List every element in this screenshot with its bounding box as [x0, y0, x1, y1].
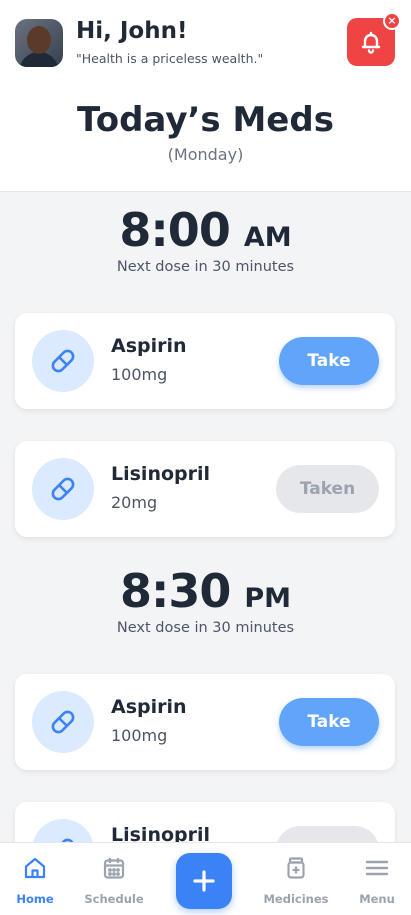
dose-time: 8:30 PM [0, 564, 411, 618]
med-name: Aspirin [111, 696, 187, 718]
time-block-morning: 8:00 AM Next dose in 30 minutes [0, 203, 411, 275]
nav-label-home: Home [16, 892, 54, 906]
bell-icon [361, 31, 381, 54]
calendar-icon [103, 858, 125, 879]
nav-item-menu[interactable]: Menu [342, 843, 411, 915]
pill-icon-container [32, 330, 94, 392]
notification-button[interactable]: × [347, 12, 401, 66]
app-header: Hi, John! "Health is a priceless wealth.… [0, 0, 411, 192]
dose-time: 8:00 AM [0, 203, 411, 257]
bottom-nav: Home Schedule Medicines Menu [0, 842, 411, 915]
med-card: Lisinopril 20mg Taken [15, 441, 395, 537]
avatar-face [27, 26, 51, 54]
pill-icon [51, 477, 75, 501]
time-value: 8:30 [119, 564, 231, 618]
take-button[interactable]: Take [279, 337, 379, 385]
time-ampm: PM [244, 583, 292, 614]
home-icon [24, 857, 46, 879]
med-dose: 20mg [111, 493, 158, 512]
nav-label-medicines: Medicines [263, 892, 329, 906]
greeting: Hi, John! [76, 18, 188, 44]
pill-icon [51, 710, 75, 734]
nav-item-schedule[interactable]: Schedule [79, 843, 149, 915]
take-button[interactable]: Take [279, 698, 379, 746]
time-ampm: AM [243, 222, 292, 253]
med-card: Aspirin 100mg Take [15, 674, 395, 770]
med-dose: 100mg [111, 726, 168, 745]
avatar-body [19, 52, 59, 67]
nav-label-menu: Menu [359, 892, 395, 906]
med-name: Aspirin [111, 335, 187, 357]
medicine-bottle-icon [287, 857, 305, 879]
hamburger-icon [365, 860, 389, 876]
med-name: Lisinopril [111, 463, 211, 485]
pill-icon-container [32, 691, 94, 753]
time-block-evening: 8:30 PM Next dose in 30 minutes [0, 564, 411, 636]
nav-label-schedule: Schedule [84, 892, 144, 906]
next-dose-text: Next dose in 30 minutes [116, 259, 295, 275]
nav-item-medicines[interactable]: Medicines [261, 843, 331, 915]
pill-icon [51, 349, 75, 373]
add-button[interactable] [176, 853, 232, 909]
pill-icon-container [32, 458, 94, 520]
med-dose: 100mg [111, 365, 168, 384]
med-card: Aspirin 100mg Take [15, 313, 395, 409]
avatar[interactable] [15, 19, 63, 67]
notification-badge: × [383, 12, 401, 30]
taken-button[interactable]: Taken [276, 465, 379, 513]
page-subtitle: (Monday) [167, 145, 244, 164]
nav-item-home[interactable]: Home [0, 843, 70, 915]
quote: "Health is a priceless wealth." [76, 51, 264, 66]
time-value: 8:00 [119, 203, 230, 257]
page-title: Today’s Meds [77, 100, 334, 140]
next-dose-text: Next dose in 30 minutes [116, 620, 295, 636]
plus-icon [193, 870, 215, 892]
